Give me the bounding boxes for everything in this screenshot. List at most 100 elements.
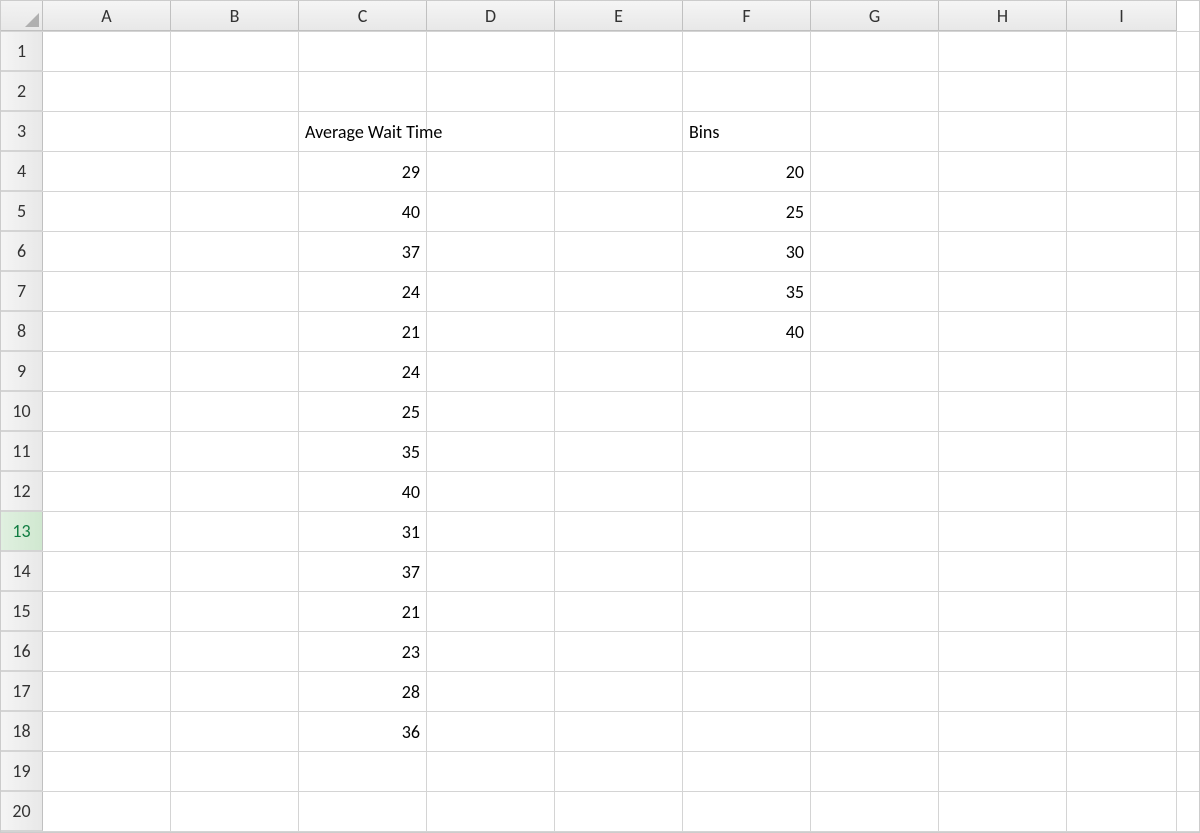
row-header-3[interactable]: 3	[1, 112, 43, 151]
cell-C15[interactable]: 21	[299, 592, 427, 631]
cell-F2[interactable]	[683, 72, 811, 111]
cell-C11[interactable]: 35	[299, 432, 427, 471]
cell-G8[interactable]	[811, 312, 939, 351]
cell-B12[interactable]	[171, 472, 299, 511]
cell-E13[interactable]	[555, 512, 683, 551]
cell-A19[interactable]	[43, 752, 171, 791]
cell-C19[interactable]	[299, 752, 427, 791]
cell-A13[interactable]	[43, 512, 171, 551]
cell-F18[interactable]	[683, 712, 811, 751]
cell-I2[interactable]	[1067, 72, 1177, 111]
cell-E17[interactable]	[555, 672, 683, 711]
cell-C17[interactable]: 28	[299, 672, 427, 711]
row-header-5[interactable]: 5	[1, 192, 43, 231]
cell-H16[interactable]	[939, 632, 1067, 671]
cell-G10[interactable]	[811, 392, 939, 431]
cell-F19[interactable]	[683, 752, 811, 791]
cell-C9[interactable]: 24	[299, 352, 427, 391]
col-header-I[interactable]: I	[1067, 1, 1177, 31]
cell-E18[interactable]	[555, 712, 683, 751]
cell-D17[interactable]	[427, 672, 555, 711]
cell-H11[interactable]	[939, 432, 1067, 471]
cell-C3[interactable]: Average Wait Time	[299, 112, 427, 151]
cell-B15[interactable]	[171, 592, 299, 631]
cell-F3[interactable]: Bins	[683, 112, 811, 151]
cell-I10[interactable]	[1067, 392, 1177, 431]
cell-G3[interactable]	[811, 112, 939, 151]
cell-A5[interactable]	[43, 192, 171, 231]
cell-F6[interactable]: 30	[683, 232, 811, 271]
row-header-2[interactable]: 2	[1, 72, 43, 111]
cell-I16[interactable]	[1067, 632, 1177, 671]
cell-D8[interactable]	[427, 312, 555, 351]
cell-F5[interactable]: 25	[683, 192, 811, 231]
cell-E5[interactable]	[555, 192, 683, 231]
cell-D19[interactable]	[427, 752, 555, 791]
cell-A20[interactable]	[43, 792, 171, 831]
cell-H10[interactable]	[939, 392, 1067, 431]
cell-G7[interactable]	[811, 272, 939, 311]
cell-D11[interactable]	[427, 432, 555, 471]
cell-G2[interactable]	[811, 72, 939, 111]
cell-E10[interactable]	[555, 392, 683, 431]
cell-H5[interactable]	[939, 192, 1067, 231]
row-header-7[interactable]: 7	[1, 272, 43, 311]
cell-B16[interactable]	[171, 632, 299, 671]
cell-G1[interactable]	[811, 32, 939, 71]
cell-E15[interactable]	[555, 592, 683, 631]
cell-D3[interactable]	[427, 112, 555, 151]
cell-D10[interactable]	[427, 392, 555, 431]
col-header-D[interactable]: D	[427, 1, 555, 31]
cell-H14[interactable]	[939, 552, 1067, 591]
cell-F17[interactable]	[683, 672, 811, 711]
cell-A15[interactable]	[43, 592, 171, 631]
row-header-6[interactable]: 6	[1, 232, 43, 271]
cell-A12[interactable]	[43, 472, 171, 511]
cell-F11[interactable]	[683, 432, 811, 471]
cell-I17[interactable]	[1067, 672, 1177, 711]
cell-H9[interactable]	[939, 352, 1067, 391]
cell-C1[interactable]	[299, 32, 427, 71]
cell-I11[interactable]	[1067, 432, 1177, 471]
cell-H2[interactable]	[939, 72, 1067, 111]
cell-B14[interactable]	[171, 552, 299, 591]
cell-G9[interactable]	[811, 352, 939, 391]
cell-A8[interactable]	[43, 312, 171, 351]
col-header-C[interactable]: C	[299, 1, 427, 31]
cell-B6[interactable]	[171, 232, 299, 271]
cell-E12[interactable]	[555, 472, 683, 511]
cell-G15[interactable]	[811, 592, 939, 631]
cell-C7[interactable]: 24	[299, 272, 427, 311]
cell-G13[interactable]	[811, 512, 939, 551]
cell-G20[interactable]	[811, 792, 939, 831]
col-header-F[interactable]: F	[683, 1, 811, 31]
cell-A10[interactable]	[43, 392, 171, 431]
select-all-corner[interactable]	[1, 1, 43, 31]
cell-F10[interactable]	[683, 392, 811, 431]
cell-H17[interactable]	[939, 672, 1067, 711]
cell-D13[interactable]	[427, 512, 555, 551]
cell-I13[interactable]	[1067, 512, 1177, 551]
row-header-4[interactable]: 4	[1, 152, 43, 191]
col-header-A[interactable]: A	[43, 1, 171, 31]
cell-A9[interactable]	[43, 352, 171, 391]
cell-C13[interactable]: 31	[299, 512, 427, 551]
cell-E8[interactable]	[555, 312, 683, 351]
cell-D1[interactable]	[427, 32, 555, 71]
cell-C6[interactable]: 37	[299, 232, 427, 271]
cell-H18[interactable]	[939, 712, 1067, 751]
cell-E20[interactable]	[555, 792, 683, 831]
cell-A18[interactable]	[43, 712, 171, 751]
cell-I12[interactable]	[1067, 472, 1177, 511]
cell-B1[interactable]	[171, 32, 299, 71]
cell-H4[interactable]	[939, 152, 1067, 191]
cell-F8[interactable]: 40	[683, 312, 811, 351]
cell-E3[interactable]	[555, 112, 683, 151]
row-header-8[interactable]: 8	[1, 312, 43, 351]
cell-I5[interactable]	[1067, 192, 1177, 231]
cell-H6[interactable]	[939, 232, 1067, 271]
cell-G6[interactable]	[811, 232, 939, 271]
cell-C2[interactable]	[299, 72, 427, 111]
cell-C18[interactable]: 36	[299, 712, 427, 751]
row-header-10[interactable]: 10	[1, 392, 43, 431]
